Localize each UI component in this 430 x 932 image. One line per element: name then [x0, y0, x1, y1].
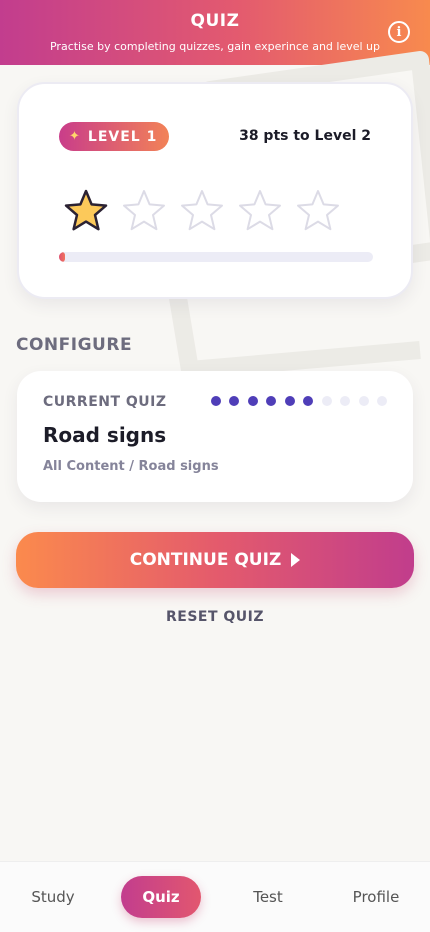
tab-test[interactable]: Test — [228, 876, 308, 918]
continue-quiz-button[interactable]: CONTINUE QUIZ — [16, 532, 414, 588]
play-icon — [291, 553, 301, 567]
reset-quiz-button[interactable]: RESET QUIZ — [0, 609, 430, 625]
tab-profile[interactable]: Profile — [336, 876, 416, 918]
progress-dot — [210, 396, 221, 406]
progress-dot — [358, 396, 369, 406]
continue-quiz-label: CONTINUE QUIZ — [129, 550, 282, 570]
current-quiz-card[interactable]: CURRENT QUIZ Road signs All Content / Ro… — [17, 371, 413, 502]
progress-dot — [303, 396, 313, 406]
configure-section-title: CONFIGURE — [16, 335, 133, 355]
progress-dot — [284, 396, 295, 406]
star-empty-icon — [239, 190, 281, 231]
bottom-tab-bar: Study Quiz Test Profile — [0, 861, 430, 932]
page-title: QUIZ — [190, 11, 240, 31]
progress-dot — [340, 396, 350, 406]
tab-quiz[interactable]: Quiz — [121, 876, 201, 918]
star-rating — [63, 188, 341, 234]
star-filled-icon — [64, 189, 108, 231]
progress-dot — [247, 396, 258, 406]
level-badge: ✦ LEVEL 1 — [59, 122, 170, 151]
sparkle-icon: ✦ — [69, 129, 81, 144]
progress-dot — [266, 396, 276, 406]
progress-dot — [229, 396, 239, 406]
points-to-next-level: 38 pts to Level 2 — [239, 128, 371, 144]
level-label: LEVEL 1 — [87, 128, 158, 145]
header: QUIZ Practise by completing quizzes, gai… — [0, 0, 430, 65]
level-card: ✦ LEVEL 1 38 pts to Level 2 — [17, 82, 413, 299]
progress-dot — [321, 396, 332, 406]
current-quiz-label: CURRENT QUIZ — [43, 394, 167, 410]
level-progress-bar — [59, 252, 373, 262]
progress-dot — [377, 396, 387, 406]
level-progress-fill — [59, 252, 66, 262]
star-empty-icon — [123, 190, 165, 231]
info-icon[interactable]: i — [388, 21, 410, 43]
page-subtitle: Practise by completing quizzes, gain exp… — [49, 40, 381, 53]
quiz-progress-dots — [210, 396, 387, 406]
star-empty-icon — [181, 190, 223, 231]
tab-study[interactable]: Study — [13, 876, 93, 918]
quiz-path: All Content / Road signs — [43, 459, 219, 474]
star-empty-icon — [297, 190, 339, 231]
quiz-name: Road signs — [43, 423, 167, 447]
